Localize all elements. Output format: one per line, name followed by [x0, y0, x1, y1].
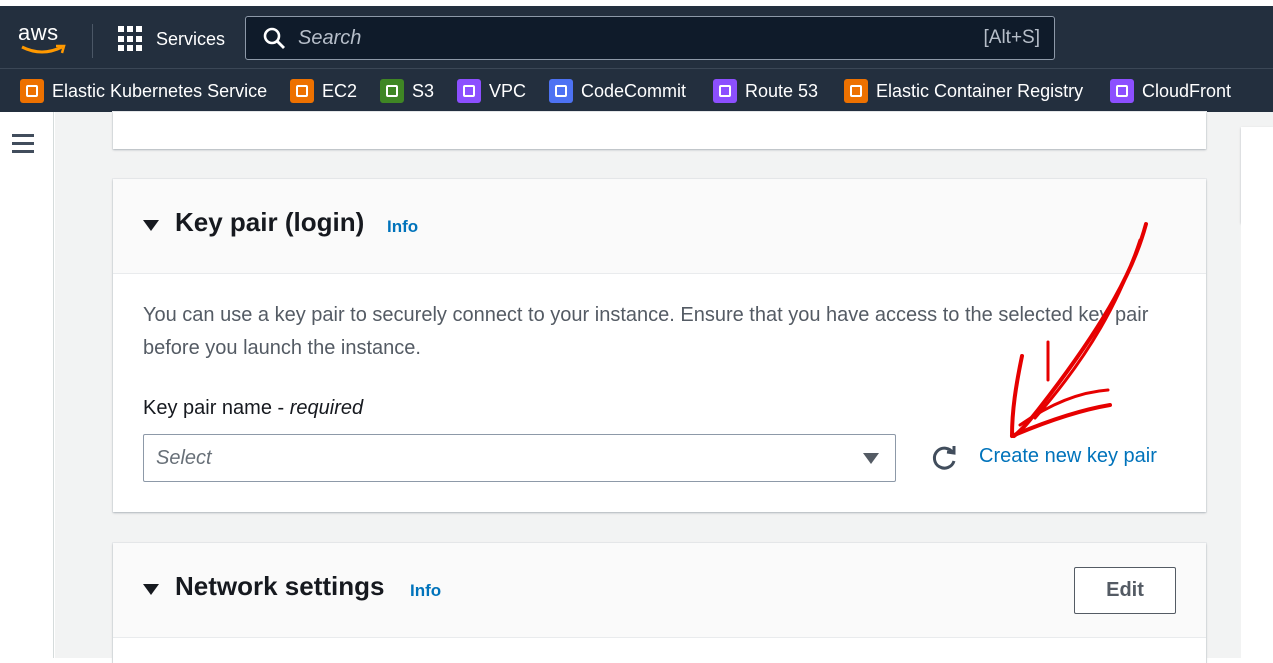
services-label: Services	[156, 28, 226, 49]
favorite-ec2[interactable]: EC2	[290, 77, 357, 105]
search-shortcut: [Alt+S]	[983, 27, 1041, 48]
key-pair-description: You can use a key pair to securely conne…	[143, 304, 1149, 359]
ec2-icon	[290, 79, 314, 103]
search-input[interactable]	[298, 26, 984, 50]
aws-smile-icon	[21, 44, 66, 54]
previous-section-card	[113, 112, 1206, 149]
eks-icon	[20, 79, 44, 103]
favorite-label: Elastic Kubernetes Service	[52, 80, 268, 101]
aws-top-navigation: aws Services [Alt+S]	[0, 6, 1273, 68]
search-bar[interactable]: [Alt+S]	[245, 16, 1055, 60]
refresh-icon[interactable]	[931, 444, 959, 472]
favorite-label: VPC	[489, 80, 527, 101]
codecommit-icon	[549, 79, 573, 103]
s3-icon	[380, 79, 404, 103]
network-settings-section: Network settings Info Edit	[113, 543, 1206, 663]
favorite-label: S3	[412, 80, 435, 101]
network-settings-header: Network settings Info Edit	[113, 543, 1206, 638]
collapse-toggle-icon[interactable]	[143, 220, 159, 231]
summary-panel	[1241, 127, 1273, 223]
cloudfront-icon	[1110, 79, 1134, 103]
ecr-icon	[844, 79, 868, 103]
favorite-s3[interactable]: S3	[380, 77, 434, 105]
key-pair-header: Key pair (login) Info	[113, 179, 1206, 274]
edit-button[interactable]: Edit	[1074, 567, 1176, 614]
collapse-toggle-icon[interactable]	[143, 584, 159, 595]
key-pair-name-label: Key pair name - required	[143, 397, 364, 419]
side-navigation-rail	[0, 112, 54, 658]
key-pair-select-value: Select	[156, 446, 212, 469]
favorite-eks[interactable]: Elastic Kubernetes Service	[20, 77, 267, 105]
favorite-route53[interactable]: Route 53	[713, 77, 818, 105]
favorite-label: EC2	[322, 80, 358, 101]
key-pair-section: Key pair (login) Info You can use a key …	[113, 179, 1206, 512]
nav-divider	[92, 24, 93, 58]
favorite-label: Elastic Container Registry	[876, 80, 1084, 101]
route53-icon	[713, 79, 737, 103]
favorite-cloudfront[interactable]: CloudFront	[1110, 77, 1231, 105]
key-pair-title: Key pair (login)	[175, 207, 365, 237]
favorites-bar: Elastic Kubernetes Service EC2 S3 VPC Co…	[0, 68, 1273, 112]
favorite-label: CloudFront	[1142, 80, 1232, 101]
caret-down-icon	[863, 452, 879, 464]
network-info-link[interactable]: Info	[410, 581, 441, 601]
menu-icon[interactable]	[12, 134, 34, 153]
favorite-ecr[interactable]: Elastic Container Registry	[844, 77, 1083, 105]
services-menu-button[interactable]: Services	[110, 20, 225, 58]
summary-panel-body	[1241, 223, 1273, 658]
search-icon	[263, 27, 285, 49]
vpc-icon	[457, 79, 481, 103]
key-pair-select[interactable]: Select	[143, 434, 896, 482]
favorite-label: CodeCommit	[581, 80, 687, 101]
key-pair-info-link[interactable]: Info	[387, 217, 418, 237]
favorite-codecommit[interactable]: CodeCommit	[549, 77, 686, 105]
grid-icon	[118, 26, 144, 52]
aws-logo[interactable]: aws	[18, 20, 72, 60]
favorite-label: Route 53	[745, 80, 819, 101]
network-settings-title: Network settings	[175, 571, 385, 601]
create-new-key-pair-link[interactable]: Create new key pair	[979, 445, 1157, 468]
favorite-vpc[interactable]: VPC	[457, 77, 526, 105]
